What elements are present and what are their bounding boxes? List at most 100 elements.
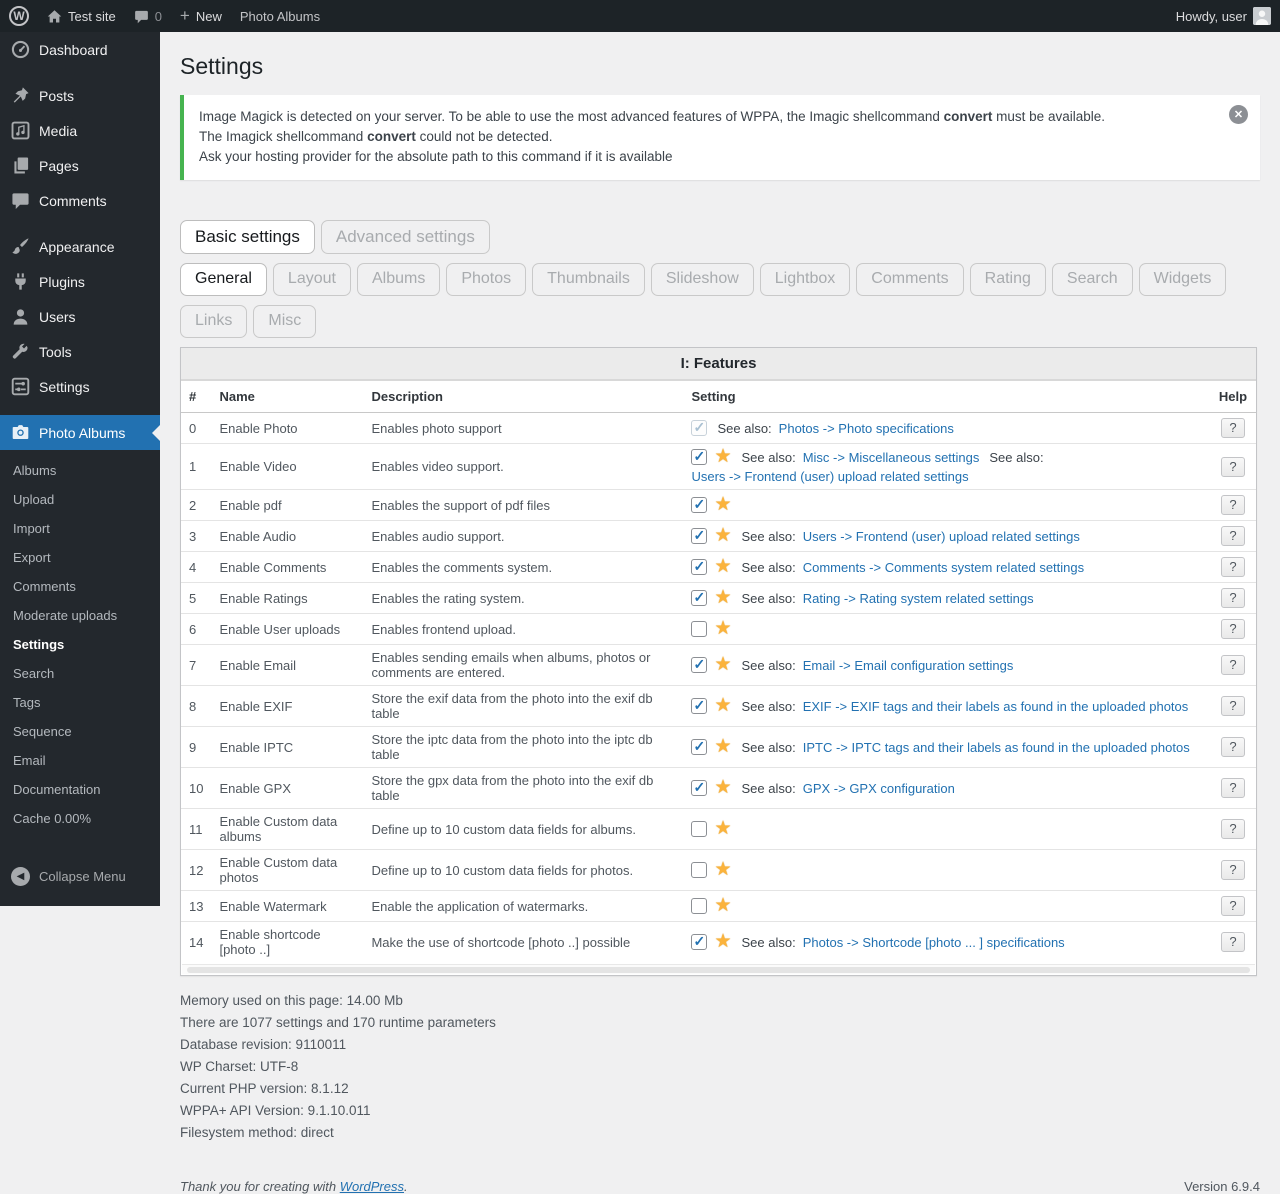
setting-checkbox[interactable]: [691, 657, 707, 673]
star-icon[interactable]: ★: [714, 621, 731, 637]
dismiss-notice-icon[interactable]: ✕: [1229, 105, 1248, 124]
star-icon[interactable]: ★: [714, 449, 731, 465]
submenu-item-email[interactable]: Email: [0, 746, 160, 775]
wp-logo-menu[interactable]: W: [0, 0, 38, 32]
see-also-link[interactable]: EXIF -> EXIF tags and their labels as fo…: [803, 699, 1189, 714]
tab-general[interactable]: General: [180, 263, 267, 296]
help-button[interactable]: ?: [1221, 619, 1244, 639]
setting-checkbox[interactable]: [691, 559, 707, 575]
star-icon[interactable]: ★: [714, 590, 731, 606]
help-button[interactable]: ?: [1221, 819, 1244, 839]
admin-bar-comments[interactable]: 0: [125, 0, 171, 32]
help-button[interactable]: ?: [1221, 457, 1244, 477]
tab-lightbox[interactable]: Lightbox: [760, 263, 851, 296]
submenu-item-cache-0-00[interactable]: Cache 0.00%: [0, 804, 160, 833]
star-icon[interactable]: ★: [714, 698, 731, 714]
tab-advanced-settings[interactable]: Advanced settings: [321, 220, 490, 254]
submenu-item-albums[interactable]: Albums: [0, 456, 160, 485]
sidebar-item-plugins[interactable]: Plugins: [0, 264, 160, 299]
setting-checkbox[interactable]: [691, 862, 707, 878]
submenu-item-import[interactable]: Import: [0, 514, 160, 543]
star-icon[interactable]: ★: [714, 934, 731, 950]
setting-checkbox[interactable]: [691, 621, 707, 637]
tab-thumbnails[interactable]: Thumbnails: [532, 263, 645, 296]
scrollbar-thumb[interactable]: [187, 967, 1249, 973]
star-icon[interactable]: ★: [714, 780, 731, 796]
help-button[interactable]: ?: [1221, 588, 1244, 608]
sidebar-item-appearance[interactable]: Appearance: [0, 229, 160, 264]
help-button[interactable]: ?: [1221, 778, 1244, 798]
see-also-link[interactable]: Comments -> Comments system related sett…: [803, 560, 1084, 575]
sidebar-item-photo-albums[interactable]: Photo Albums: [0, 415, 160, 450]
setting-checkbox[interactable]: [691, 739, 707, 755]
sidebar-item-media[interactable]: Media: [0, 113, 160, 148]
tab-widgets[interactable]: Widgets: [1139, 263, 1227, 296]
help-button[interactable]: ?: [1221, 418, 1244, 438]
tab-rating[interactable]: Rating: [970, 263, 1046, 296]
tab-search[interactable]: Search: [1052, 263, 1133, 296]
setting-checkbox[interactable]: [691, 780, 707, 796]
admin-bar-photo-albums[interactable]: Photo Albums: [231, 0, 329, 32]
wordpress-link[interactable]: WordPress: [340, 1179, 404, 1194]
tab-basic-settings[interactable]: Basic settings: [180, 220, 315, 254]
tab-slideshow[interactable]: Slideshow: [651, 263, 754, 296]
sidebar-item-comments[interactable]: Comments: [0, 183, 160, 218]
star-icon[interactable]: ★: [714, 528, 731, 544]
submenu-item-sequence[interactable]: Sequence: [0, 717, 160, 746]
table-horizontal-scrollbar[interactable]: [182, 964, 1255, 974]
sidebar-item-users[interactable]: Users: [0, 299, 160, 334]
see-also-link[interactable]: GPX -> GPX configuration: [803, 781, 955, 796]
help-button[interactable]: ?: [1221, 557, 1244, 577]
see-also-link[interactable]: Rating -> Rating system related settings: [803, 591, 1034, 606]
star-icon[interactable]: ★: [714, 497, 731, 513]
sidebar-item-settings[interactable]: Settings: [0, 369, 160, 404]
help-button[interactable]: ?: [1221, 860, 1244, 880]
help-button[interactable]: ?: [1221, 737, 1244, 757]
submenu-item-upload[interactable]: Upload: [0, 485, 160, 514]
admin-bar-new[interactable]: + New: [171, 0, 231, 32]
submenu-item-documentation[interactable]: Documentation: [0, 775, 160, 804]
sidebar-item-dashboard[interactable]: Dashboard: [0, 32, 160, 67]
star-icon[interactable]: ★: [714, 862, 731, 878]
tab-albums[interactable]: Albums: [357, 263, 440, 296]
submenu-item-settings[interactable]: Settings: [0, 630, 160, 659]
see-also-link[interactable]: Email -> Email configuration settings: [803, 658, 1014, 673]
sidebar-item-tools[interactable]: Tools: [0, 334, 160, 369]
setting-checkbox[interactable]: [691, 590, 707, 606]
help-button[interactable]: ?: [1221, 526, 1244, 546]
submenu-item-tags[interactable]: Tags: [0, 688, 160, 717]
tab-links[interactable]: Links: [180, 305, 247, 338]
setting-checkbox[interactable]: [691, 934, 707, 950]
setting-checkbox[interactable]: [691, 528, 707, 544]
submenu-item-comments[interactable]: Comments: [0, 572, 160, 601]
help-button[interactable]: ?: [1221, 932, 1244, 952]
tab-layout[interactable]: Layout: [273, 263, 351, 296]
see-also-link[interactable]: Users -> Frontend (user) upload related …: [803, 529, 1080, 544]
sidebar-item-posts[interactable]: Posts: [0, 78, 160, 113]
tab-photos[interactable]: Photos: [446, 263, 526, 296]
tab-comments[interactable]: Comments: [856, 263, 963, 296]
help-button[interactable]: ?: [1221, 495, 1244, 515]
setting-checkbox[interactable]: [691, 698, 707, 714]
see-also-link[interactable]: IPTC -> IPTC tags and their labels as fo…: [803, 740, 1190, 755]
star-icon[interactable]: ★: [714, 739, 731, 755]
admin-bar-site-name[interactable]: Test site: [38, 0, 125, 32]
submenu-item-moderate-uploads[interactable]: Moderate uploads: [0, 601, 160, 630]
collapse-menu-button[interactable]: ◀ Collapse Menu: [0, 857, 160, 896]
star-icon[interactable]: ★: [714, 898, 731, 914]
see-also-link[interactable]: Users -> Frontend (user) upload related …: [691, 469, 968, 484]
setting-checkbox[interactable]: [691, 449, 707, 465]
help-button[interactable]: ?: [1221, 655, 1244, 675]
see-also-link[interactable]: Misc -> Miscellaneous settings: [803, 450, 980, 465]
help-button[interactable]: ?: [1221, 896, 1244, 916]
see-also-link[interactable]: Photos -> Photo specifications: [779, 421, 954, 436]
star-icon[interactable]: ★: [714, 821, 731, 837]
tab-misc[interactable]: Misc: [253, 305, 316, 338]
setting-checkbox[interactable]: [691, 898, 707, 914]
setting-checkbox[interactable]: [691, 497, 707, 513]
see-also-link[interactable]: Photos -> Shortcode [photo ... ] specifi…: [803, 935, 1065, 950]
admin-bar-account[interactable]: Howdy, user: [1167, 0, 1280, 32]
submenu-item-export[interactable]: Export: [0, 543, 160, 572]
help-button[interactable]: ?: [1221, 696, 1244, 716]
submenu-item-search[interactable]: Search: [0, 659, 160, 688]
